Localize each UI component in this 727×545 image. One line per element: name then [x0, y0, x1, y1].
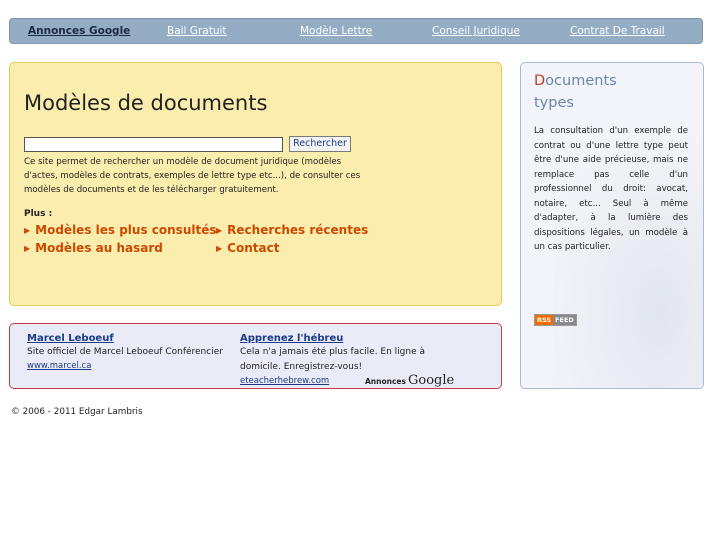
link-recent-searches[interactable]: ▶ Recherches récentes: [216, 223, 368, 237]
intro-text: Ce site permet de rechercher un modèle d…: [24, 157, 361, 196]
nav-link-bail-gratuit[interactable]: Bail Gratuit: [167, 25, 227, 37]
title-line2: types: [534, 95, 574, 111]
ads-box: Marcel Leboeuf Site officiel de Marcel L…: [9, 323, 502, 389]
annonces-text: Annonces: [365, 377, 406, 386]
title-rest: ocuments: [545, 73, 617, 89]
top-nav-bar: Annonces Google Bail Gratuit Modèle Lett…: [9, 18, 703, 44]
triangle-right-icon: ▶: [216, 226, 223, 235]
plus-label: Plus :: [24, 209, 53, 219]
link-label: Modèles au hasard: [35, 241, 163, 255]
nav-link-conseil-juridique[interactable]: Conseil Juridique: [432, 25, 520, 37]
feed-label: FEED: [553, 315, 576, 325]
sidebar-text: La consultation d'un exemple de contrat …: [534, 126, 688, 252]
page-title: Modèles de documents: [24, 91, 268, 115]
link-contact[interactable]: ▶ Contact: [216, 241, 279, 255]
nav-link-contrat-de-travail[interactable]: Contrat De Travail: [570, 25, 665, 37]
rss-label: RSS: [535, 315, 554, 325]
main-panel: Modèles de documents Rechercher Ce site …: [9, 62, 502, 306]
nav-link-annonces-google[interactable]: Annonces Google: [28, 25, 130, 37]
ad-description: Site officiel de Marcel Leboeuf Conféren…: [27, 347, 223, 357]
link-label: Recherches récentes: [227, 223, 369, 237]
google-logo: Google: [407, 373, 455, 388]
rss-feed-badge[interactable]: RSS FEED: [534, 314, 577, 326]
search-input[interactable]: [24, 137, 283, 152]
title-initial: D: [534, 73, 546, 89]
sidebar-title: Documents types: [534, 70, 617, 114]
triangle-right-icon: ▶: [216, 244, 223, 253]
sidebar-panel: Documents types La consultation d'un exe…: [520, 62, 704, 389]
triangle-right-icon: ▶: [24, 226, 31, 235]
ad-url-link[interactable]: www.marcel.ca: [27, 360, 237, 373]
nav-link-modele-lettre[interactable]: Modèle Lettre: [300, 25, 372, 37]
annonces-google-label[interactable]: Annonces Google: [365, 369, 454, 388]
link-most-viewed[interactable]: ▶ Modèles les plus consultés: [24, 223, 217, 237]
link-label: Modèles les plus consultés: [35, 223, 217, 237]
ad-item: Marcel Leboeuf Site officiel de Marcel L…: [27, 332, 237, 373]
ad-title-link[interactable]: Apprenez l'hébreu: [240, 332, 430, 345]
footer-copyright: © 2006 - 2011 Edgar Lambris: [11, 407, 143, 417]
search-button[interactable]: Rechercher: [289, 136, 351, 152]
ad-title-link[interactable]: Marcel Leboeuf: [27, 332, 237, 345]
triangle-right-icon: ▶: [24, 244, 31, 253]
link-random-models[interactable]: ▶ Modèles au hasard: [24, 241, 163, 255]
link-label: Contact: [227, 241, 280, 255]
